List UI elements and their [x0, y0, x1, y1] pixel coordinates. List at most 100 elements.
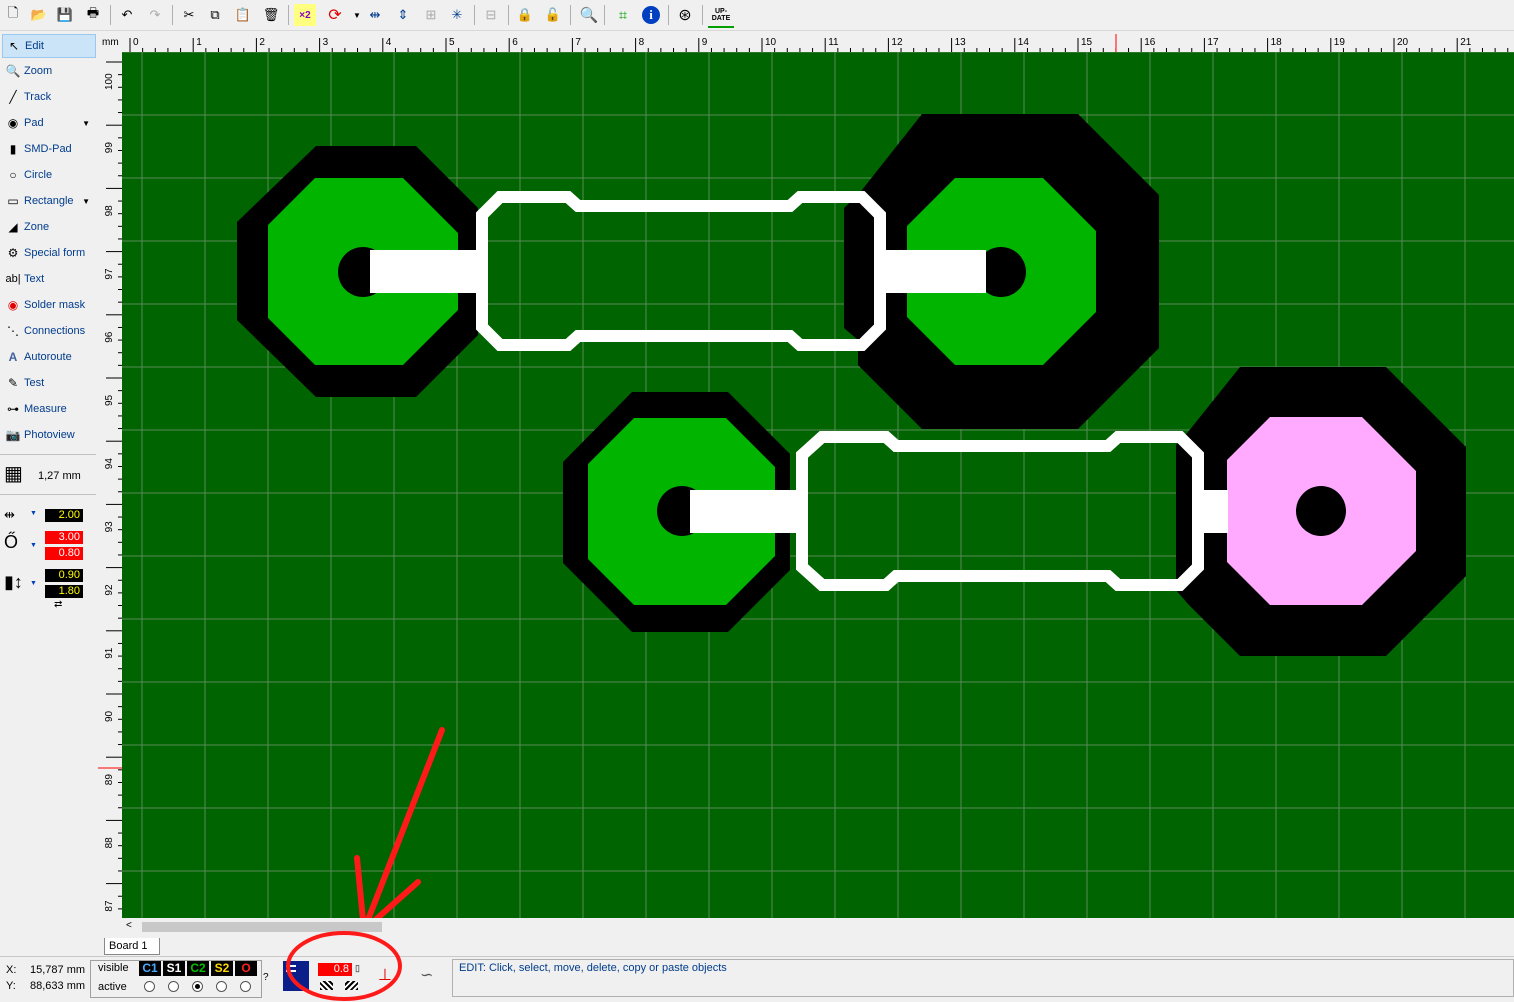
pad-inner-field[interactable]: 0.80 — [45, 547, 83, 560]
ruler-label: 18 — [1271, 37, 1283, 48]
tool-circle[interactable]: ○ Circle — [2, 164, 94, 186]
swap-icon[interactable]: ⇄ — [54, 599, 62, 610]
hatch-alt-icon[interactable] — [345, 981, 358, 990]
ruler-label: 3 — [323, 37, 329, 48]
pin-icon[interactable]: ⊥ — [378, 965, 392, 985]
scroll-thumb[interactable] — [142, 922, 382, 932]
ruler-label: 100 — [104, 73, 115, 90]
tool-pad[interactable]: ◉ Pad ▼ — [2, 112, 94, 134]
pad-outer-field[interactable]: 3.00 — [45, 531, 83, 544]
tool-photoview[interactable]: 📷 Photoview — [2, 424, 94, 446]
ruler-label: 97 — [104, 268, 115, 280]
active-label: active — [98, 981, 127, 993]
visible-label: visible — [98, 962, 129, 974]
board-canvas[interactable] — [122, 51, 1514, 933]
new-file-icon[interactable]: 🗋 — [2, 4, 24, 26]
tool-smd-pad[interactable]: ▮ SMD-Pad — [2, 138, 94, 160]
mesh-icon[interactable]: ⊛ — [674, 4, 696, 26]
chevron-down-icon[interactable]: ▼ — [82, 197, 90, 206]
grid-icon[interactable]: ▦ — [4, 464, 26, 486]
layer-c1-toggle[interactable]: C1 — [139, 961, 161, 976]
spinner-icon[interactable]: ▯ — [355, 963, 360, 974]
zoom-x2-icon[interactable]: ×2 — [294, 4, 316, 26]
layer-o-toggle[interactable]: O — [235, 961, 257, 976]
pointer-icon: ↖ — [8, 39, 20, 53]
layer-help-icon[interactable]: ? — [263, 972, 269, 983]
redo-icon[interactable]: ↷ — [144, 4, 166, 26]
tool-zone[interactable]: ◢ Zone — [2, 216, 94, 238]
layer-s2-active-radio[interactable] — [216, 981, 227, 992]
ruler-label: 19 — [1334, 37, 1346, 48]
chevron-down-icon[interactable]: ▼ — [30, 542, 37, 549]
smd-height-field[interactable]: 1.80 — [45, 585, 83, 598]
unlock-icon[interactable]: 🔓 — [542, 4, 564, 26]
horizontal-scrollbar[interactable]: < — [122, 918, 1514, 935]
rotate-icon[interactable]: ⟳ — [324, 4, 346, 26]
scroll-left-icon[interactable]: < — [126, 920, 132, 931]
ruler-label: 10 — [765, 37, 777, 48]
info-icon[interactable]: i — [640, 4, 662, 26]
ruler-label: 88 — [104, 837, 115, 849]
layer-c2-active-radio[interactable] — [192, 981, 203, 992]
mirror-horizontal-icon[interactable]: ⇹ — [364, 4, 386, 26]
ruler-label: 99 — [104, 142, 115, 154]
ruler-top: mm 0 1 2 3 4 5 6 7 8 9 10 11 12 13 14 15 16 17 18 19 20 21 — [98, 34, 1514, 52]
update-icon[interactable]: UP-DATE — [708, 4, 734, 28]
ruler-label: 21 — [1460, 37, 1472, 48]
chevron-down-icon[interactable]: ▼ — [30, 580, 37, 587]
chevron-down-icon[interactable]: ▼ — [82, 119, 90, 128]
tool-edit[interactable]: ↖ Edit — [2, 34, 96, 58]
ruler-label: 7 — [575, 37, 581, 48]
connections-icon: ⋱ — [7, 324, 19, 338]
print-icon[interactable]: 🖶 — [82, 4, 104, 26]
tool-rectangle[interactable]: ▭ Rectangle ▼ — [2, 190, 94, 212]
ground-clearance-field[interactable]: 0.8 — [318, 963, 352, 976]
tool-solder-mask[interactable]: ◉ Solder mask — [2, 294, 94, 316]
test-icon: ✎ — [7, 376, 19, 390]
ruler-label: 16 — [1144, 37, 1156, 48]
mirror-vertical-icon[interactable]: ⇕ — [392, 4, 414, 26]
tab-board-1[interactable]: Board 1 — [104, 938, 160, 955]
layer-o-active-radio[interactable] — [240, 981, 251, 992]
save-icon[interactable]: 💾 — [54, 4, 76, 26]
tool-zoom[interactable]: 🔍 Zoom — [2, 60, 94, 82]
copy-icon[interactable]: ⧉ — [204, 4, 226, 26]
chevron-down-icon[interactable]: ▼ — [30, 510, 37, 517]
crop-icon[interactable]: ⌗ — [612, 4, 634, 26]
rubberband-icon[interactable]: ∽ — [420, 965, 433, 985]
undo-icon[interactable]: ↶ — [116, 4, 138, 26]
status-hint: EDIT: Click, select, move, delete, copy … — [459, 962, 727, 974]
tool-special-form[interactable]: ⚙ Special form — [2, 242, 94, 264]
grid-value[interactable]: 1,27 mm — [38, 470, 81, 482]
tool-track[interactable]: ╱ Track — [2, 86, 94, 108]
layer-s2-toggle[interactable]: S2 — [211, 961, 233, 976]
align-icon[interactable]: ⊞ — [420, 4, 442, 26]
tool-text[interactable]: ab| Text — [2, 268, 94, 290]
ground-plane-icon[interactable] — [283, 961, 309, 991]
ruler-label: 96 — [104, 331, 115, 343]
tool-autoroute[interactable]: A Autoroute — [2, 346, 94, 368]
hatch-icon[interactable] — [320, 981, 333, 990]
text-icon: ab| — [5, 273, 21, 285]
tool-measure[interactable]: ⊶ Measure — [2, 398, 94, 420]
layer-c1-active-radio[interactable] — [144, 981, 155, 992]
pad-selected[interactable] — [1227, 417, 1416, 605]
lock-icon[interactable]: 🔒 — [514, 4, 536, 26]
open-folder-icon[interactable]: 📂 — [28, 4, 50, 26]
main-toolbar: 🗋 📂 💾 🖶 ↶ ↷ ✂ ⧉ 📋 🗑 ×2 ⟳ ▼ ⇹ ⇕ ⊞ ✳ ⊟ 🔒 🔓… — [0, 0, 1514, 31]
tool-connections[interactable]: ⋱ Connections — [2, 320, 94, 342]
layer-c2-toggle[interactable]: C2 — [187, 961, 209, 976]
ruler-label: 89 — [104, 774, 115, 786]
track-width-field[interactable]: 2.00 — [45, 509, 83, 522]
tool-test[interactable]: ✎ Test — [2, 372, 94, 394]
paste-icon[interactable]: 📋 — [232, 4, 254, 26]
layer-s1-active-radio[interactable] — [168, 981, 179, 992]
group-icon[interactable]: ⊟ — [480, 4, 502, 26]
layer-s1-toggle[interactable]: S1 — [163, 961, 185, 976]
zoom-icon: 🔍 — [5, 64, 21, 78]
delete-icon[interactable]: 🗑 — [260, 4, 282, 26]
spread-icon[interactable]: ✳ — [446, 4, 468, 26]
zoom-fit-icon[interactable]: 🔍 — [578, 4, 600, 26]
smd-width-field[interactable]: 0.90 — [45, 569, 83, 582]
cut-icon[interactable]: ✂ — [178, 4, 200, 26]
